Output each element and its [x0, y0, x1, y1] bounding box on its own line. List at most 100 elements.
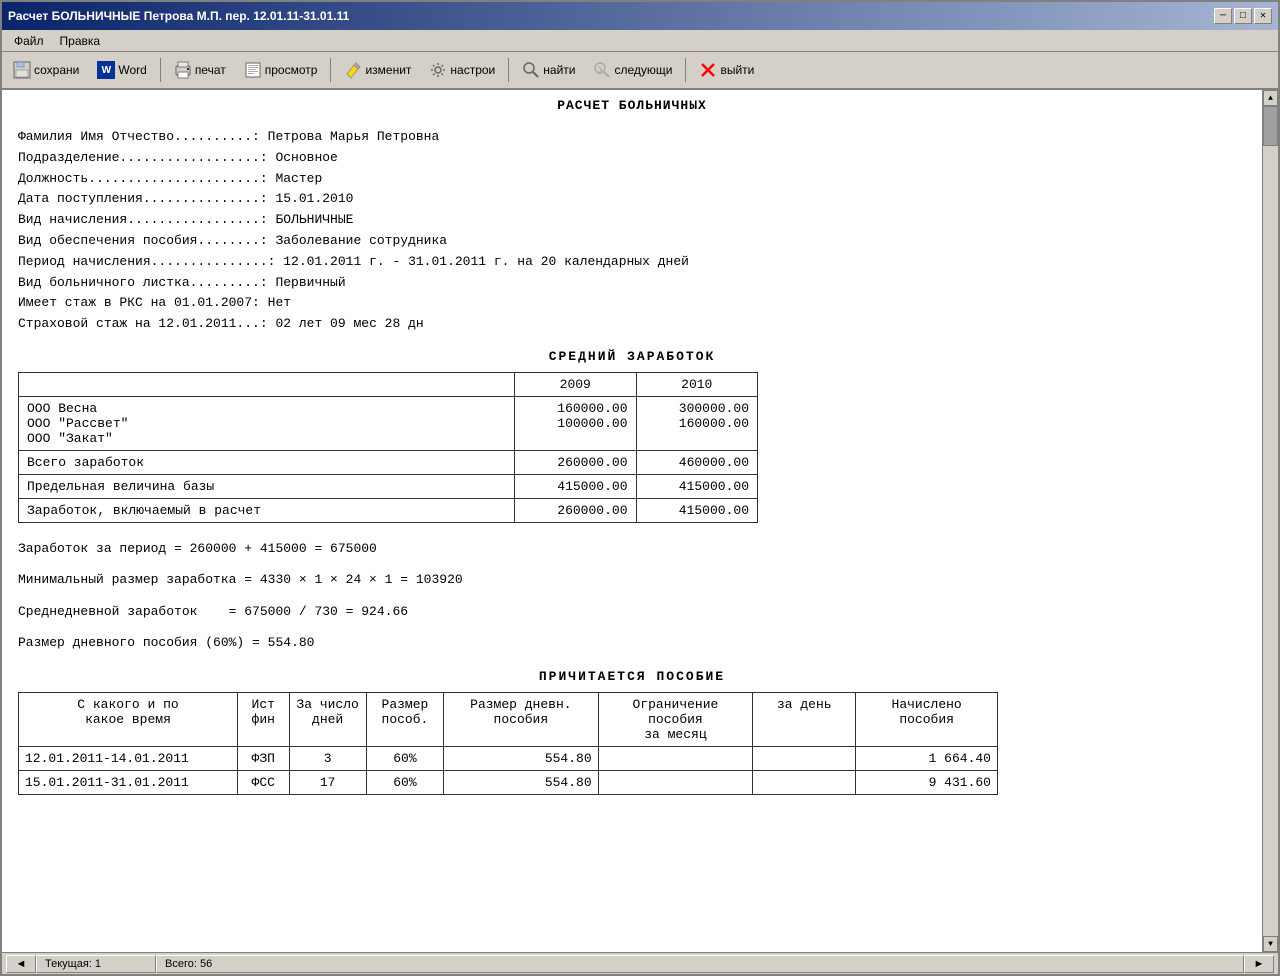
menu-file[interactable]: Файл: [6, 33, 52, 49]
total-label: Всего заработок: [19, 450, 515, 474]
company-2009-group: 160000.00 100000.00: [515, 396, 636, 450]
benefit-accrued-2: 9 431.60: [856, 770, 998, 794]
earnings-col-2010-header: 2010: [636, 372, 758, 396]
word-icon: W: [97, 61, 115, 79]
save-button[interactable]: сохрани: [6, 57, 86, 83]
col-month-limit-header: Ограничение пособияза месяц: [598, 692, 753, 746]
position-label: Должность......................:: [18, 171, 275, 186]
fio-label: Фамилия Имя Отчество..........:: [18, 129, 268, 144]
hire-date-line: Дата поступления...............: 15.01.2…: [18, 189, 1246, 210]
included-label: Заработок, включаемый в расчет: [19, 498, 515, 522]
dept-label: Подразделение..................:: [18, 150, 275, 165]
word-button[interactable]: W Word: [90, 57, 153, 83]
sep2: [330, 58, 331, 82]
benefit-days-1: 3: [289, 746, 366, 770]
scroll-nav-left[interactable]: ◄: [6, 955, 36, 973]
company2-2010: 160000.00: [645, 416, 750, 431]
earnings-table: 2009 2010 ООО Весна ООО "Рассвет" ООО "З…: [18, 372, 758, 523]
benefit-month-limit-1: [598, 746, 753, 770]
period-value: 12.01.2011 г. - 31.01.2011 г. на 20 кале…: [283, 254, 689, 269]
preview-icon: [244, 61, 262, 79]
find-button[interactable]: найти: [515, 57, 582, 83]
scrollbar-thumb[interactable]: [1263, 106, 1278, 146]
col-daily-header: Размер дневн.пособия: [444, 692, 599, 746]
table-row: 15.01.2011-31.01.2011 ФСС 17 60% 554.80 …: [19, 770, 998, 794]
total-value: 56: [200, 958, 212, 970]
edit-label: изменит: [365, 63, 411, 77]
menu-edit[interactable]: Правка: [52, 33, 109, 49]
main-window: Расчет БОЛЬНИЧНЫЕ Петрова М.П. пер. 12.0…: [0, 0, 1280, 976]
document-scroll[interactable]: РАСЧЕТ БОЛЬНИЧНЫХ Фамилия Имя Отчество..…: [2, 90, 1262, 952]
rkc-line: Имеет стаж в РКС на 01.01.2007: Нет: [18, 293, 1246, 314]
scrollbar-track[interactable]: [1263, 106, 1278, 936]
benefit-daily-2: 554.80: [444, 770, 599, 794]
benefit-source-2: ФСС: [237, 770, 289, 794]
dept-value: Основное: [275, 150, 337, 165]
benefit-period-2: 15.01.2011-31.01.2011: [19, 770, 238, 794]
accrual-label: Вид начисления.................:: [18, 212, 275, 227]
info-block: Фамилия Имя Отчество..........: Петрова …: [18, 127, 1246, 335]
edit-icon: [344, 61, 362, 79]
total-2009: 260000.00: [515, 450, 636, 474]
vertical-scrollbar[interactable]: ▲ ▼: [1262, 90, 1278, 952]
sick-label: Вид больничного листка.........:: [18, 275, 275, 290]
included-2009: 260000.00: [515, 498, 636, 522]
benefit-month-limit-2: [598, 770, 753, 794]
col-day-limit-header: за день: [753, 692, 856, 746]
next-icon: [593, 61, 611, 79]
rkc-label: Имеет стаж в РКС на 01.01.2007:: [18, 295, 268, 310]
save-icon: [13, 61, 31, 79]
company-2010-group: 300000.00 160000.00: [636, 396, 758, 450]
preview-button[interactable]: просмотр: [237, 57, 325, 83]
exit-label: выйти: [720, 63, 754, 77]
next-label: следующи: [614, 63, 672, 77]
word-label: Word: [118, 63, 146, 77]
rkc-value: Нет: [268, 295, 291, 310]
insurance-label: Страховой стаж на 12.01.2011...:: [18, 316, 275, 331]
menu-bar: Файл Правка: [2, 30, 1278, 52]
scroll-down-button[interactable]: ▼: [1263, 936, 1278, 952]
settings-button[interactable]: настрои: [422, 57, 502, 83]
settings-icon: [429, 61, 447, 79]
benefit-days-2: 17: [289, 770, 366, 794]
avg-daily-line: Среднедневной заработок = 675000 / 730 =…: [18, 600, 1246, 623]
calc-block: Заработок за период = 260000 + 415000 = …: [18, 537, 1246, 655]
toolbar: сохрани W Word печат: [2, 52, 1278, 90]
position-value: Мастер: [275, 171, 322, 186]
limit-label: Предельная величина базы: [19, 474, 515, 498]
hire-label: Дата поступления...............:: [18, 191, 275, 206]
exit-button[interactable]: выйти: [692, 57, 761, 83]
print-button[interactable]: печат: [167, 57, 233, 83]
benefit-value: Заболевание сотрудника: [275, 233, 447, 248]
total-pages-segment: Всего: 56: [156, 955, 1244, 973]
company2-2009: 160000.00: [523, 401, 627, 416]
table-row: Заработок, включаемый в расчет 260000.00…: [19, 498, 758, 522]
accrual-value: БОЛЬНИЧНЫЕ: [275, 212, 353, 227]
edit-button[interactable]: изменит: [337, 57, 418, 83]
included-2010: 415000.00: [636, 498, 758, 522]
limit-2010: 415000.00: [636, 474, 758, 498]
avg-earnings-title: СРЕДНИЙ ЗАРАБОТОК: [18, 349, 1246, 364]
next-button[interactable]: следующи: [586, 57, 679, 83]
minimize-button[interactable]: ─: [1214, 8, 1232, 24]
scroll-up-button[interactable]: ▲: [1263, 90, 1278, 106]
settings-label: настрои: [450, 63, 495, 77]
limit-2009: 415000.00: [515, 474, 636, 498]
table-row: Предельная величина базы 415000.00 41500…: [19, 474, 758, 498]
close-button[interactable]: ✕: [1254, 8, 1272, 24]
hire-value: 15.01.2010: [275, 191, 353, 206]
table-row: Всего заработок 260000.00 460000.00: [19, 450, 758, 474]
title-controls: ─ □ ✕: [1214, 8, 1272, 24]
benefit-line: Вид обеспечения пособия........: Заболев…: [18, 231, 1246, 252]
company3-2009: 100000.00: [523, 416, 627, 431]
fio-value: Петрова Марья Петровна: [268, 129, 440, 144]
company3-name: ООО "Закат": [27, 431, 506, 446]
col-accrued-header: Начисленопособия: [856, 692, 998, 746]
maximize-button[interactable]: □: [1234, 8, 1252, 24]
earnings-col-label-header: [19, 372, 515, 396]
dept-line: Подразделение..................: Основно…: [18, 148, 1246, 169]
sep1: [160, 58, 161, 82]
benefits-header-row: С какого и покакое время Истфин За число…: [19, 692, 998, 746]
scroll-nav-right[interactable]: ►: [1244, 955, 1274, 973]
daily-benefit-line: Размер дневного пособия (60%) = 554.80: [18, 631, 1246, 654]
